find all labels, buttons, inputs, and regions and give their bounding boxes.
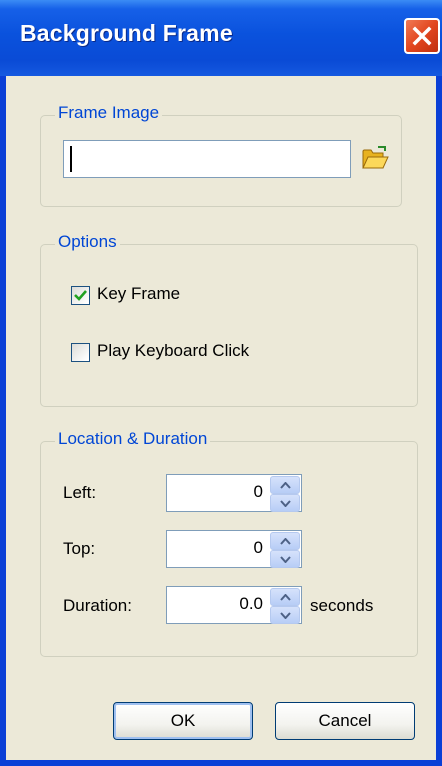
options-group-label: Options [55, 232, 120, 252]
duration-value: 0.0 [239, 594, 263, 613]
arrow-up-icon [280, 482, 291, 489]
dialog-body: Frame Image Options Key Frame Play Keybo… [6, 76, 436, 760]
arrow-down-icon [280, 500, 291, 507]
duration-label: Duration: [63, 596, 132, 615]
text-caret [70, 146, 72, 172]
ok-button[interactable]: OK [113, 702, 253, 740]
frame-image-path-input[interactable] [63, 140, 351, 178]
close-icon [412, 26, 432, 46]
location-duration-group-label: Location & Duration [55, 429, 211, 449]
frame-image-group-label: Frame Image [55, 103, 163, 123]
folder-open-icon[interactable] [361, 144, 389, 172]
cancel-button[interactable]: Cancel [275, 702, 415, 740]
play-keyboard-click-label[interactable]: Play Keyboard Click [97, 341, 249, 361]
top-increment-button[interactable] [270, 532, 300, 550]
left-increment-button[interactable] [270, 476, 300, 494]
window-title: Background Frame [20, 20, 233, 46]
options-group: Options [40, 232, 418, 407]
left-spin-buttons [270, 476, 300, 512]
close-button[interactable] [404, 18, 440, 54]
duration-spin-buttons [270, 588, 300, 624]
left-label: Left: [63, 483, 97, 502]
title-bar[interactable]: Background Frame [0, 0, 442, 76]
key-frame-label[interactable]: Key Frame [97, 284, 180, 304]
checkmark-icon [74, 290, 87, 301]
arrow-down-icon [280, 612, 291, 619]
play-keyboard-click-checkbox[interactable] [71, 343, 90, 362]
arrow-down-icon [280, 556, 291, 563]
top-value: 0 [253, 538, 263, 557]
arrow-up-icon [280, 594, 291, 601]
top-spin-buttons [270, 532, 300, 568]
left-decrement-button[interactable] [270, 494, 300, 512]
left-value: 0 [253, 482, 263, 501]
arrow-up-icon [280, 538, 291, 545]
key-frame-checkbox[interactable] [71, 286, 90, 305]
top-decrement-button[interactable] [270, 550, 300, 568]
top-label: Top: [63, 539, 96, 558]
left-spinbox[interactable]: 0 [166, 474, 302, 512]
duration-increment-button[interactable] [270, 588, 300, 606]
duration-unit-label: seconds [310, 596, 374, 615]
duration-decrement-button[interactable] [270, 606, 300, 624]
top-spinbox[interactable]: 0 [166, 530, 302, 568]
duration-spinbox[interactable]: 0.0 [166, 586, 302, 624]
dialog-window: Background Frame Frame Image Options Key… [0, 0, 442, 766]
